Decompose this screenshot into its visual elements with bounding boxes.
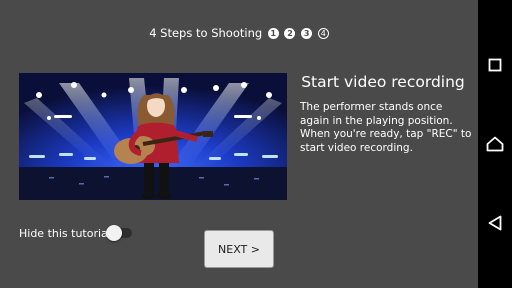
back-button[interactable] xyxy=(478,203,512,243)
next-button[interactable]: NEXT > xyxy=(204,230,274,268)
back-icon xyxy=(488,215,502,231)
recents-icon xyxy=(488,58,502,72)
toggle-thumb[interactable] xyxy=(106,225,122,241)
home-icon xyxy=(486,136,504,152)
step-3-indicator: 3 xyxy=(301,28,313,39)
step-4-indicator: 4 xyxy=(317,28,329,39)
hide-tutorial-label: Hide this tutorial. xyxy=(19,227,115,240)
slide-title: Start video recording xyxy=(301,73,465,91)
steps-header: 4 Steps to Shooting 1 2 3 4 xyxy=(0,26,478,40)
slide-description: The performer stands once again in the p… xyxy=(300,101,472,154)
performer-illustration xyxy=(19,73,287,200)
step-1-indicator: 1 xyxy=(267,28,279,39)
home-button[interactable] xyxy=(478,124,512,164)
recents-button[interactable] xyxy=(478,45,512,85)
android-navigation-bar xyxy=(478,0,512,288)
hide-tutorial-toggle[interactable] xyxy=(106,225,132,241)
steps-title: 4 Steps to Shooting xyxy=(149,26,263,40)
tutorial-screen: 4 Steps to Shooting 1 2 3 4 Start video … xyxy=(0,0,478,288)
step-2-indicator: 2 xyxy=(284,28,296,39)
